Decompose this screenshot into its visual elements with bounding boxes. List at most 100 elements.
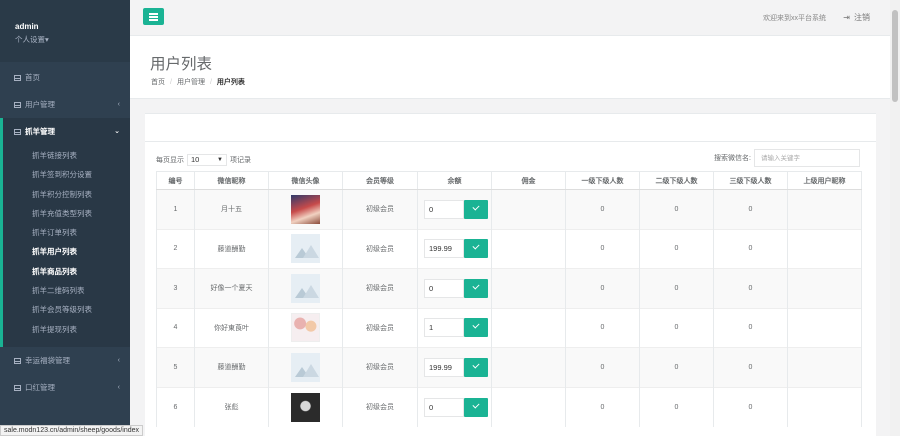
sidebar-item-lucky-bag[interactable]: 幸运福袋管理 ‹ xyxy=(0,347,130,374)
confirm-check-button[interactable] xyxy=(464,239,488,259)
cell-balance: 199.99 xyxy=(417,347,492,387)
avatar xyxy=(291,234,320,264)
grid-icon xyxy=(14,129,21,136)
balance-input[interactable]: 1 xyxy=(424,318,464,338)
balance-input[interactable]: 199.99 xyxy=(424,357,464,377)
sidebar-subitem[interactable]: 抓羊商品列表 xyxy=(3,262,130,281)
balance-input[interactable]: 0 xyxy=(424,278,464,298)
top-navbar: 欢迎来到xx平台系统 ⇥ 注销 xyxy=(130,0,890,36)
page-scrollbar[interactable] xyxy=(890,0,900,436)
cell-level: 初级会员 xyxy=(342,228,418,269)
search-input[interactable] xyxy=(754,149,860,167)
confirm-check-button[interactable] xyxy=(464,397,488,417)
table-header-row: 编号 微信昵称 微信头像 会员等级 余额 佣金 一级下级人数 二级下级人数 三级… xyxy=(156,171,862,190)
column-header[interactable]: 编号 xyxy=(156,171,195,190)
breadcrumb-home[interactable]: 首页 xyxy=(151,79,165,86)
sidebar-subitem[interactable]: 抓羊二维码列表 xyxy=(3,281,130,300)
avatar xyxy=(291,392,320,422)
column-header[interactable]: 会员等级 xyxy=(342,171,418,190)
sidebar-item-home[interactable]: 首页 xyxy=(0,64,130,91)
sidebar-item-sheep[interactable]: 抓羊管理 ⌄ xyxy=(3,118,130,146)
cell-id: 2 xyxy=(156,228,195,269)
confirm-check-button[interactable] xyxy=(464,318,488,338)
cell-commission xyxy=(491,386,566,427)
cell-level: 初级会员 xyxy=(342,268,418,308)
page-length-control: 每页显示 10 ▼ 项记录 xyxy=(156,154,251,166)
cell-level: 初级会员 xyxy=(342,347,418,387)
confirm-check-button[interactable] xyxy=(464,357,488,377)
settings-dropdown[interactable]: 个人设置▾ xyxy=(15,34,130,45)
scrollbar-thumb[interactable] xyxy=(892,10,898,102)
sidebar: admin 个人设置▾ 首页 用户管理 ‹ 抓羊管理 ⌄ 抓羊链接列表 抓羊签到… xyxy=(0,0,130,436)
chevron-left-icon: ‹ xyxy=(117,356,120,364)
table-row: 4 你好東莨叶 初级会员 1 0 0 0 xyxy=(156,307,862,348)
cell-level2-count: 0 xyxy=(639,347,714,387)
profile: admin 个人设置▾ xyxy=(0,0,130,62)
cell-parent-nickname xyxy=(787,189,862,229)
column-header[interactable]: 三级下级人数 xyxy=(713,171,788,190)
sidebar-subitem-active[interactable]: 抓羊用户列表 xyxy=(3,242,130,261)
sidebar-subitem[interactable]: 抓羊积分控制列表 xyxy=(3,185,130,204)
cell-avatar xyxy=(268,189,343,229)
cell-level1-count: 0 xyxy=(565,189,640,229)
balance-input[interactable]: 0 xyxy=(424,199,464,219)
per-page-value: 10 xyxy=(191,155,200,164)
avatar xyxy=(291,273,320,303)
username[interactable]: admin xyxy=(15,22,130,31)
column-header[interactable]: 上级用户昵称 xyxy=(787,171,862,190)
search-label: 搜索微信名: xyxy=(714,154,751,162)
cell-balance: 199.99 xyxy=(417,228,492,269)
cell-id: 1 xyxy=(156,189,195,229)
sidebar-subitem[interactable]: 抓羊会员等级列表 xyxy=(3,300,130,319)
column-header[interactable]: 一级下级人数 xyxy=(565,171,640,190)
sidebar-subitem[interactable]: 抓羊签到积分设置 xyxy=(3,165,130,184)
breadcrumb: 首页 / 用户管理 / 用户列表 xyxy=(151,79,245,86)
confirm-check-button[interactable] xyxy=(464,199,488,219)
cell-parent-nickname xyxy=(787,347,862,387)
cell-level3-count: 0 xyxy=(713,347,788,387)
cell-level2-count: 0 xyxy=(639,268,714,308)
table-row: 5 藤道酬勤 初级会员 199.99 0 0 0 xyxy=(156,347,862,387)
per-page-select[interactable]: 10 ▼ xyxy=(187,154,227,166)
cell-parent-nickname xyxy=(787,268,862,308)
sidebar-item-users[interactable]: 用户管理 ‹ xyxy=(0,91,130,118)
chevron-down-icon: ⌄ xyxy=(114,128,120,135)
cell-level2-count: 0 xyxy=(639,307,714,348)
chevron-left-icon: ‹ xyxy=(117,101,120,108)
status-url: sale.modn123.cn/admin/sheep/goods/index xyxy=(0,425,144,436)
sidebar-subitem[interactable]: 抓羊提现列表 xyxy=(3,320,130,339)
cell-level1-count: 0 xyxy=(565,307,640,348)
cell-level: 初级会员 xyxy=(342,189,418,229)
column-header[interactable]: 二级下级人数 xyxy=(639,171,714,190)
breadcrumb-users[interactable]: 用户管理 xyxy=(177,79,205,86)
column-header[interactable]: 微信头像 xyxy=(268,171,343,190)
table-row: 2 藤道酬勤 初级会员 199.99 0 0 0 xyxy=(156,228,862,269)
cell-balance: 0 xyxy=(417,268,492,308)
sidebar-item-label: 幸运福袋管理 xyxy=(25,355,70,365)
sidebar-item-label: 首页 xyxy=(25,73,40,82)
cell-level2-count: 0 xyxy=(639,228,714,269)
sidebar-subitem[interactable]: 抓羊充值类型列表 xyxy=(3,204,130,223)
cell-avatar xyxy=(268,228,343,269)
balance-input[interactable]: 199.99 xyxy=(424,239,464,259)
sidebar-subitem[interactable]: 抓羊链接列表 xyxy=(3,146,130,165)
cell-avatar xyxy=(268,268,343,308)
column-header[interactable]: 微信昵称 xyxy=(194,171,269,190)
cell-commission xyxy=(491,228,566,269)
logout-link[interactable]: ⇥ 注销 xyxy=(843,12,870,23)
table-row: 6 张彪 初级会员 0 0 0 0 xyxy=(156,386,862,427)
cell-nickname: 藤道酬勤 xyxy=(194,228,269,269)
confirm-check-button[interactable] xyxy=(464,278,488,298)
avatar xyxy=(291,352,320,382)
sidebar-item-label: 口红管理 xyxy=(25,382,55,392)
balance-input[interactable]: 0 xyxy=(424,397,464,417)
cell-commission xyxy=(491,347,566,387)
avatar xyxy=(291,194,320,224)
sidebar-item-lipstick[interactable]: 口红管理 ‹ xyxy=(0,374,130,401)
sidebar-subitem[interactable]: 抓羊订单列表 xyxy=(3,223,130,242)
menu-toggle-button[interactable] xyxy=(143,8,164,25)
column-header[interactable]: 佣金 xyxy=(491,171,566,190)
logout-label: 注销 xyxy=(854,13,870,22)
cell-level: 初级会员 xyxy=(342,386,418,427)
column-header[interactable]: 余额 xyxy=(417,171,492,190)
